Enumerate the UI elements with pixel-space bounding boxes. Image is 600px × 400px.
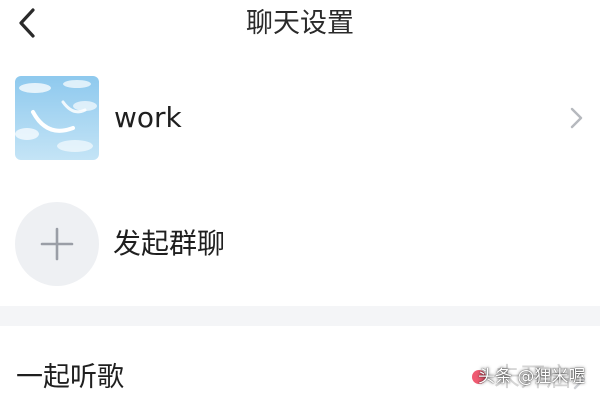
header-bar: 聊天设置 [0,0,600,50]
start-group-chat-row[interactable]: 发起群聊 [0,196,600,292]
add-member-button[interactable] [15,202,99,286]
chevron-right-icon [570,107,583,129]
watermark: 头条 @狸米喔 [478,367,586,387]
listen-together-label: 一起听歌 [16,362,124,393]
page-title: 聊天设置 [246,8,354,39]
avatar[interactable] [15,76,99,160]
chat-settings-screen: 聊天设置 work 发起群聊 一起听歌 未开启 头条 @狸米喔 [0,0,600,400]
plus-icon [40,227,74,261]
contact-row[interactable]: work [0,72,600,164]
contact-name: work [114,101,182,134]
section-divider [0,306,600,326]
start-group-chat-label: 发起群聊 [113,227,226,260]
sky-avatar-icon [15,76,99,160]
